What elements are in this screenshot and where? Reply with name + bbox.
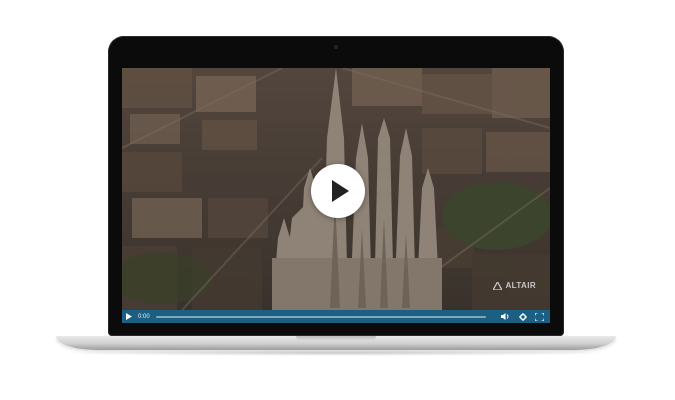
gear-icon bbox=[518, 312, 527, 321]
triangle-logo-icon bbox=[493, 281, 503, 290]
watermark-text: ALTAIR bbox=[505, 281, 536, 290]
settings-button[interactable] bbox=[516, 310, 529, 323]
player-control-bar: 0:00 bbox=[122, 310, 550, 323]
laptop-base bbox=[56, 336, 616, 350]
play-icon bbox=[125, 313, 132, 320]
player-right-controls bbox=[499, 310, 546, 323]
play-overlay-button[interactable] bbox=[311, 164, 365, 218]
volume-button[interactable] bbox=[499, 310, 512, 323]
webcam bbox=[334, 45, 338, 49]
laptop-opening-notch bbox=[296, 336, 376, 341]
watermark: ALTAIR bbox=[493, 281, 536, 290]
video-player[interactable]: ALTAIR 0:00 bbox=[122, 68, 550, 323]
current-time: 0:00 bbox=[138, 313, 150, 320]
play-button[interactable] bbox=[122, 310, 135, 323]
volume-icon bbox=[501, 313, 509, 320]
laptop-shadow bbox=[60, 350, 612, 356]
fullscreen-button[interactable] bbox=[533, 310, 546, 323]
play-icon bbox=[332, 180, 349, 202]
laptop-mockup: ALTAIR 0:00 bbox=[0, 0, 675, 400]
fullscreen-icon bbox=[535, 312, 544, 321]
progress-bar[interactable] bbox=[155, 315, 486, 318]
